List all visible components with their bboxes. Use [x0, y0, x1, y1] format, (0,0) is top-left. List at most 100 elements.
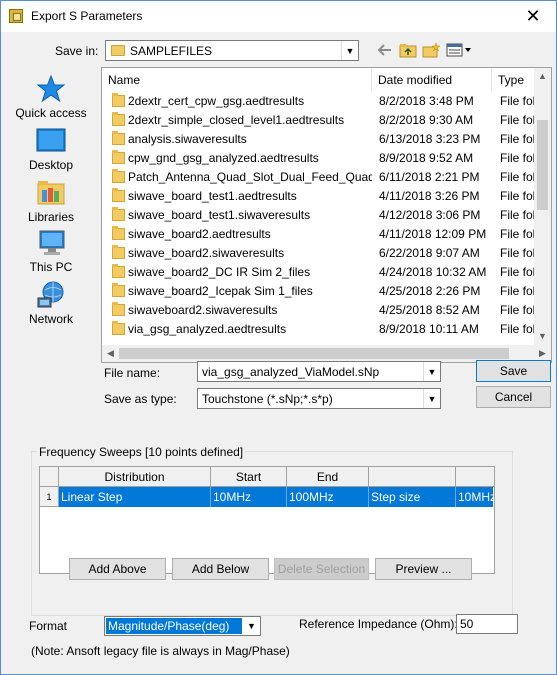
back-arrow-icon[interactable]	[377, 41, 393, 59]
scroll-thumb[interactable]	[537, 120, 548, 210]
scroll-up-icon[interactable]: ▲	[534, 68, 551, 85]
file-date: 4/11/2018 3:26 PM	[379, 189, 480, 203]
file-date: 4/12/2018 3:06 PM	[379, 208, 481, 222]
file-type: File fol	[500, 189, 536, 203]
place-label: Desktop	[28, 158, 74, 172]
folder-icon	[112, 188, 125, 202]
new-folder-icon[interactable]	[421, 41, 441, 59]
libraries-icon	[35, 178, 67, 208]
file-row[interactable]: 2dextr_cert_cpw_gsg.aedtresults 8/2/2018 …	[102, 92, 535, 111]
file-name: cpw_gnd_gsg_analyzed.aedtresults	[128, 151, 319, 165]
app-icon	[9, 9, 23, 23]
scroll-thumb[interactable]	[119, 348, 509, 359]
chevron-down-icon[interactable]: ▼	[423, 362, 440, 381]
file-name: 2dextr_cert_cpw_gsg.aedtresults	[128, 94, 305, 108]
file-name: siwave_board2_Icepak Sim 1_files	[128, 284, 313, 298]
save-in-dropdown[interactable]: SAMPLEFILES ▼	[105, 40, 359, 61]
folder-icon	[112, 207, 125, 221]
up-folder-icon[interactable]	[398, 41, 418, 59]
file-type: File fol	[500, 113, 536, 127]
delete-selection-button[interactable]: Delete Selection	[274, 558, 369, 580]
file-row[interactable]: siwave_board_test1.siwaveresults 4/12/201…	[102, 206, 535, 225]
place-this-pc[interactable]: This PC	[11, 228, 91, 274]
file-type: File fol	[500, 151, 536, 165]
chevron-down-icon[interactable]: ▼	[423, 389, 440, 408]
file-date: 8/2/2018 3:48 PM	[379, 94, 474, 108]
file-name-input[interactable]: via_gsg_analyzed_ViaModel.sNp ▼	[197, 361, 441, 382]
save-button[interactable]: Save	[476, 360, 551, 382]
place-libraries[interactable]: Libraries	[11, 178, 91, 224]
file-date: 4/25/2018 2:26 PM	[379, 284, 481, 298]
chevron-down-icon[interactable]: ▼	[341, 41, 358, 60]
preview-button[interactable]: Preview ...	[375, 558, 472, 580]
reference-impedance-input[interactable]: 50	[456, 614, 518, 634]
file-type: File fol	[500, 227, 536, 241]
view-menu-icon[interactable]	[445, 41, 473, 59]
place-desktop[interactable]: Desktop	[11, 126, 91, 172]
column-header-date[interactable]: Date modified	[372, 68, 492, 92]
file-row[interactable]: cpw_gnd_gsg_analyzed.aedtresults 8/9/2018…	[102, 149, 535, 168]
file-name: analysis.siwaveresults	[128, 132, 247, 146]
file-row[interactable]: Patch_Antenna_Quad_Slot_Dual_Feed_Quad..…	[102, 168, 535, 187]
folder-icon	[112, 226, 125, 240]
frequency-sweeps-title: Frequency Sweeps [10 points defined]	[37, 445, 246, 459]
file-name: Patch_Antenna_Quad_Slot_Dual_Feed_Quad..…	[128, 170, 372, 184]
file-date: 8/9/2018 9:52 AM	[379, 151, 474, 165]
file-type: File fol	[500, 284, 536, 298]
cancel-button[interactable]: Cancel	[476, 386, 551, 408]
file-name: siwave_board_test1.siwaveresults	[128, 208, 311, 222]
add-above-button[interactable]: Add Above	[69, 558, 166, 580]
folder-icon	[112, 131, 125, 145]
cell-end[interactable]: 100MHz	[287, 487, 369, 507]
chevron-down-icon[interactable]: ▼	[243, 617, 260, 635]
folder-icon	[112, 169, 125, 183]
close-button[interactable]: ✕	[510, 1, 556, 32]
column-header-distribution[interactable]: Distribution	[59, 467, 211, 487]
export-s-parameters-dialog: Export S Parameters ✕ Save in: SAMPLEFIL…	[0, 0, 557, 675]
file-row[interactable]: siwave_board2.aedtresults 4/11/2018 12:09…	[102, 225, 535, 244]
grid-corner	[40, 467, 59, 487]
file-row[interactable]: siwave_board2.siwaveresults 6/22/2018 9:0…	[102, 244, 535, 263]
place-network[interactable]: Network	[11, 280, 91, 326]
cell-param-value[interactable]: 10MHz	[456, 487, 494, 507]
file-row[interactable]: siwaveboard2.siwaveresults 4/25/2018 8:52…	[102, 301, 535, 320]
file-type: File fol	[500, 246, 536, 260]
file-date: 6/11/2018 2:21 PM	[379, 170, 480, 184]
save-as-type-dropdown[interactable]: Touchstone (*.sNp;*.s*p) ▼	[197, 388, 441, 409]
star-icon	[35, 74, 67, 104]
place-label: Network	[28, 312, 73, 326]
file-row[interactable]: siwave_board_test1.aedtresults 4/11/2018 …	[102, 187, 535, 206]
column-header-param-value[interactable]	[456, 467, 494, 487]
folder-icon	[112, 264, 125, 278]
file-row[interactable]: analysis.siwaveresults 6/13/2018 3:23 PM F…	[102, 130, 535, 149]
vertical-scrollbar[interactable]: ▲ ▼	[534, 68, 551, 345]
scroll-left-icon[interactable]: ◀	[102, 345, 119, 362]
cell-start[interactable]: 10MHz	[211, 487, 287, 507]
cell-distribution[interactable]: Linear Step	[59, 487, 211, 507]
desktop-icon	[35, 126, 67, 156]
add-below-button[interactable]: Add Below	[172, 558, 269, 580]
file-row[interactable]: via_gsg_analyzed.aedtresults 8/9/2018 10:…	[102, 320, 535, 339]
file-list[interactable]: Name Date modified Type ^ 2dextr_cert_cp…	[101, 67, 552, 363]
folder-icon	[112, 302, 125, 316]
file-name-label: File name:	[104, 366, 161, 380]
column-header-start[interactable]: Start	[211, 467, 287, 487]
file-date: 4/25/2018 8:52 AM	[379, 303, 480, 317]
file-date: 4/11/2018 12:09 PM	[379, 227, 487, 241]
file-row[interactable]: siwave_board2_DC IR Sim 2_files 4/24/2018…	[102, 263, 535, 282]
file-date: 8/2/2018 9:30 AM	[379, 113, 474, 127]
column-header-param[interactable]	[369, 467, 456, 487]
file-row[interactable]: siwave_board2_Icepak Sim 1_files 4/25/201…	[102, 282, 535, 301]
title-bar[interactable]: Export S Parameters ✕	[1, 1, 556, 32]
scroll-down-icon[interactable]: ▼	[534, 328, 551, 345]
cell-param[interactable]: Step size	[369, 487, 456, 507]
folder-icon	[112, 245, 125, 259]
place-label: This PC	[29, 260, 73, 274]
reference-impedance-label: Reference Impedance (Ohm):	[299, 617, 458, 631]
file-type: File fol	[500, 132, 536, 146]
place-quick-access[interactable]: Quick access	[11, 74, 91, 120]
row-header[interactable]: 1	[40, 487, 59, 507]
file-row[interactable]: 2dextr_simple_closed_level1.aedtresults 8…	[102, 111, 535, 130]
format-dropdown[interactable]: Magnitude/Phase(deg) ▼	[104, 616, 261, 636]
column-header-end[interactable]: End	[287, 467, 369, 487]
